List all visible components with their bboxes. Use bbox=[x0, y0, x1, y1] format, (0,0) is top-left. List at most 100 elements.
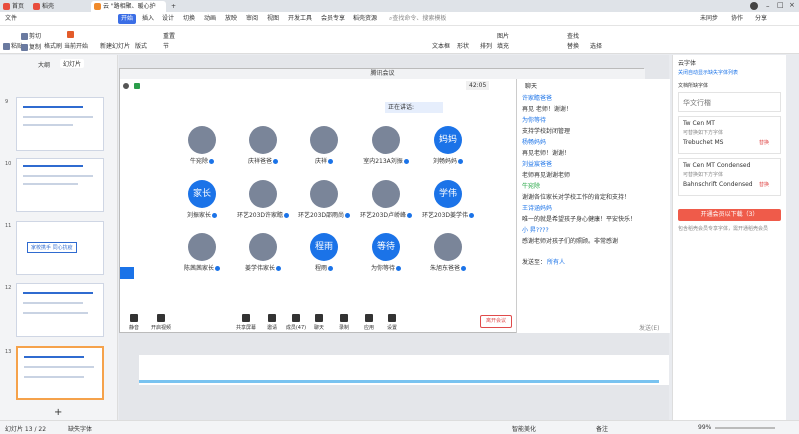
mic-icon bbox=[458, 159, 463, 164]
font-card[interactable]: Tw Cen MT 可替换如下方字体 Trebuchet MS 替换 bbox=[678, 116, 781, 154]
apps-button[interactable]: 应用 bbox=[360, 314, 378, 331]
participant-name-text: 室内213A刘振 bbox=[363, 158, 403, 165]
mic-icon bbox=[284, 213, 290, 218]
replace-button[interactable]: 替换 bbox=[567, 41, 579, 50]
video-button[interactable]: 开启视频 bbox=[147, 314, 175, 331]
notes-button[interactable]: 备注 bbox=[596, 424, 608, 433]
font-card[interactable]: Tw Cen MT Condensed 可替换如下方字体 Bahnschrift C… bbox=[678, 158, 781, 196]
participant-tile[interactable]: 学伟 环艺203D姜学伟 bbox=[418, 180, 478, 222]
play-icon[interactable] bbox=[67, 31, 75, 38]
participant-tile[interactable]: 庆祥 bbox=[294, 126, 354, 168]
slide-thumbnail[interactable] bbox=[16, 97, 104, 151]
cut-button[interactable]: 剪切 bbox=[21, 31, 41, 40]
participant-tile[interactable]: 妈妈 刘畅妈妈 bbox=[418, 126, 478, 168]
slide-thumbnail[interactable] bbox=[16, 158, 104, 212]
participant-tile[interactable]: 陈茜茜家长 bbox=[172, 233, 232, 275]
participant-tile[interactable]: 环艺203D卢峤峰 bbox=[356, 180, 416, 222]
image-button[interactable]: 图片 bbox=[497, 31, 509, 40]
replace-font-link[interactable]: 替换 bbox=[759, 181, 769, 188]
participant-name-text: 陈茜茜家长 bbox=[183, 265, 214, 272]
participant-tile[interactable]: 庆祥爸爸 bbox=[233, 126, 293, 168]
current-start-button[interactable]: 当前开始 bbox=[64, 41, 88, 50]
participant-tile[interactable]: 室内213A刘振 bbox=[356, 126, 416, 168]
chat-sender: 小 昇???? bbox=[522, 227, 549, 234]
slide-thumbnail[interactable] bbox=[16, 283, 104, 337]
paste-button[interactable]: 粘贴 bbox=[3, 41, 23, 50]
tab-slideshow[interactable]: 放映 bbox=[222, 14, 240, 24]
tab-view[interactable]: 视图 bbox=[264, 14, 282, 24]
tab-review[interactable]: 审阅 bbox=[243, 14, 261, 24]
tab-design[interactable]: 设计 bbox=[159, 14, 177, 24]
text-box-button[interactable]: 文本框 bbox=[432, 41, 450, 50]
format-painter-button[interactable]: 格式刷 bbox=[44, 41, 62, 50]
zoom-slider[interactable] bbox=[715, 427, 775, 429]
tab-docer[interactable]: 稻壳资源 bbox=[350, 14, 380, 24]
find-button[interactable]: 查找 bbox=[567, 31, 579, 40]
participant-tile[interactable]: 朱旭东爸爸 bbox=[418, 233, 478, 275]
participant-tile[interactable]: 环艺203D邵雨尚 bbox=[294, 180, 354, 222]
tab-developer[interactable]: 开发工具 bbox=[285, 14, 315, 24]
tab-document[interactable]: 云 "路相聚、暖心护成..." bbox=[91, 1, 166, 12]
record-button[interactable]: 录制 bbox=[335, 314, 353, 331]
tab-start[interactable]: 开始 bbox=[118, 14, 137, 24]
slide-thumbnail[interactable]: 家校携手 同心抗疫 bbox=[16, 221, 104, 275]
close-icon[interactable]: × bbox=[789, 1, 795, 9]
chat-input[interactable] bbox=[522, 269, 662, 324]
leave-meeting-button[interactable]: 离开会议 bbox=[480, 315, 512, 328]
minimize-icon[interactable]: – bbox=[766, 2, 770, 10]
send-button[interactable]: 发送(E) bbox=[639, 323, 659, 332]
slide-number: 10 bbox=[5, 161, 12, 167]
tab-member[interactable]: 会员专享 bbox=[318, 14, 348, 24]
layout-button[interactable]: 版式 bbox=[135, 41, 147, 50]
tab-animation[interactable]: 动画 bbox=[201, 14, 219, 24]
tab-transition[interactable]: 切换 bbox=[180, 14, 198, 24]
beautify-button[interactable]: 智能美化 bbox=[512, 424, 536, 433]
new-tab-button[interactable]: + bbox=[168, 1, 180, 12]
chat-button[interactable]: 聊天 bbox=[310, 314, 328, 331]
participant-name: 环艺203D邵雨尚 bbox=[294, 210, 354, 219]
share-button[interactable]: 分享 bbox=[752, 14, 770, 24]
participant-tile[interactable]: 环艺203D许家瞻 bbox=[233, 180, 293, 222]
participant-tile[interactable]: 程雨 程雨 bbox=[294, 233, 354, 275]
replace-font-link[interactable]: 替换 bbox=[759, 139, 769, 146]
tab-slides[interactable]: 幻灯片 bbox=[60, 59, 85, 68]
tab-home[interactable]: 首页 bbox=[0, 1, 28, 12]
mute-button[interactable]: 静音 bbox=[123, 314, 145, 331]
tab-outline[interactable]: 大纲 bbox=[38, 60, 50, 69]
participant-tile[interactable]: 牛宛除 bbox=[172, 126, 232, 168]
participant-tile[interactable]: 等待 为你等待 bbox=[356, 233, 416, 275]
close-auto-display-link[interactable]: 关闭自动显示缺失字体列表 bbox=[678, 69, 738, 76]
participant-name: 室内213A刘振 bbox=[356, 156, 416, 165]
info-icon[interactable] bbox=[123, 83, 129, 89]
new-slide-button[interactable]: 新建幻灯片 bbox=[100, 41, 130, 50]
avatar[interactable] bbox=[750, 2, 758, 10]
members-button[interactable]: 成员(47) bbox=[284, 314, 308, 331]
slide-thumbnail-selected[interactable] bbox=[16, 346, 104, 400]
reset-button[interactable]: 重置 bbox=[163, 31, 175, 40]
settings-button[interactable]: 设置 bbox=[383, 314, 401, 331]
participant-tile[interactable]: 家长 刘振家长 bbox=[172, 180, 232, 222]
participant-tile[interactable]: 姜学伟家长 bbox=[233, 233, 293, 275]
file-menu[interactable]: 文件 bbox=[2, 14, 20, 24]
zoom-level[interactable]: 99% bbox=[698, 424, 711, 431]
maximize-icon[interactable]: □ bbox=[777, 1, 784, 9]
collab-button[interactable]: 协作 bbox=[728, 14, 746, 24]
invite-button[interactable]: 邀请 bbox=[262, 314, 282, 331]
recipient-select[interactable]: 所有人 bbox=[547, 257, 565, 266]
copy-button[interactable]: 复制 bbox=[21, 42, 41, 51]
download-button[interactable]: 开通会员以下载（3） bbox=[678, 209, 781, 221]
select-button[interactable]: 选择 bbox=[590, 41, 602, 50]
unsync-button[interactable]: 未同步 bbox=[697, 14, 721, 24]
sidebar-toggle-icon[interactable] bbox=[120, 267, 134, 279]
missing-font-button[interactable]: 缺失字体 bbox=[68, 424, 92, 433]
font-card[interactable]: 华文行楷 bbox=[678, 92, 781, 112]
fill-button[interactable]: 填充 bbox=[497, 41, 509, 50]
shape-button[interactable]: 形状 bbox=[457, 41, 469, 50]
share-screen-button[interactable]: 共享屏幕 bbox=[233, 314, 259, 331]
add-slide-icon[interactable]: + bbox=[54, 407, 62, 418]
tab-insert[interactable]: 插入 bbox=[139, 14, 157, 24]
arrange-button[interactable]: 排列 bbox=[480, 41, 492, 50]
tab-wps[interactable]: 稻壳 bbox=[30, 1, 90, 12]
search-box[interactable]: ⌕查找命令、搜索模板 bbox=[386, 14, 449, 24]
section-button[interactable]: 节 bbox=[163, 41, 169, 50]
